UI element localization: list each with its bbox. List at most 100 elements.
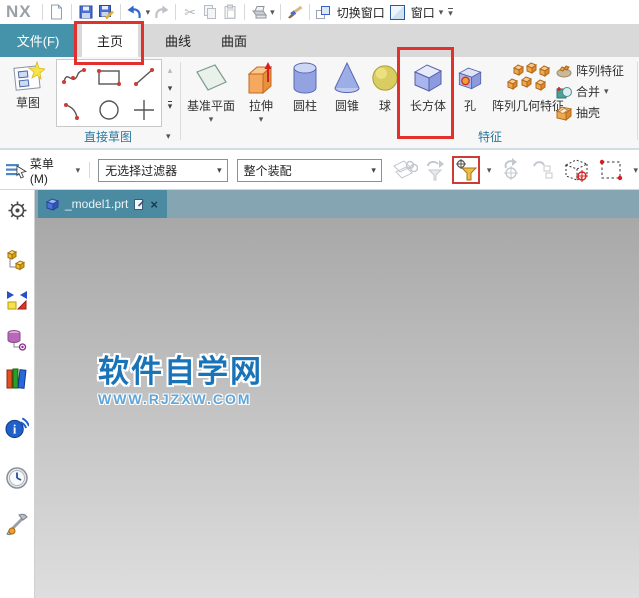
sketch-button[interactable]: 草图 <box>4 60 52 111</box>
feature-small-column: 阵列特征 合并 ▾ 抽壳 <box>556 62 624 121</box>
gallery-expand-icon[interactable]: ▾ <box>167 101 173 111</box>
shell-icon <box>556 105 572 121</box>
print-icon[interactable] <box>249 2 269 22</box>
print-dropdown-icon[interactable]: ▾ <box>270 7 275 18</box>
ribbon-separator <box>180 62 181 140</box>
history-icon[interactable] <box>5 466 29 490</box>
rectangle-icon[interactable] <box>92 60 127 93</box>
menu-dropdown-icon: ▾ <box>75 164 81 175</box>
block-icon <box>413 64 443 92</box>
arc-icon[interactable] <box>57 93 92 126</box>
undo-icon[interactable] <box>125 2 145 22</box>
cone-icon <box>334 61 360 93</box>
gallery-scroll-up-icon[interactable]: ▴ <box>168 65 173 76</box>
switch-window-icon[interactable] <box>314 2 334 22</box>
redo-icon[interactable] <box>151 2 171 22</box>
tab-surface[interactable]: 曲面 <box>206 24 262 57</box>
direct-sketch-group-dropdown-icon[interactable]: ▾ <box>166 131 171 142</box>
unite-dropdown-icon[interactable]: ▾ <box>604 86 609 97</box>
window-icon[interactable] <box>388 2 408 22</box>
assembly-navigator-icon[interactable] <box>5 248 29 272</box>
navigator-gear-icon[interactable] <box>5 198 29 222</box>
rectangle-select-icon[interactable] <box>598 158 626 182</box>
modified-icon <box>134 198 145 210</box>
sketch-button-label: 草图 <box>15 96 40 110</box>
ribbon-separator <box>637 62 638 140</box>
menu-label: 菜单(M) <box>29 156 54 186</box>
hole-button[interactable]: 孔 <box>456 59 484 114</box>
tab-curve[interactable]: 曲线 <box>150 24 206 57</box>
window-dropdown-icon[interactable]: ▾ <box>439 7 444 18</box>
feature-group-label: 特征 <box>477 130 502 144</box>
tab-file[interactable]: 文件(F) <box>0 24 76 57</box>
pattern-feature-icon <box>556 64 572 77</box>
new-file-icon[interactable] <box>47 2 67 22</box>
datum-plane-button[interactable]: 基准平面 ▾ <box>186 59 236 124</box>
separator <box>244 4 246 20</box>
cylinder-button[interactable]: 圆柱 <box>286 59 324 114</box>
watermark-title: 软件自学网 <box>98 354 263 389</box>
database-navigator-icon[interactable] <box>5 328 29 352</box>
quick-access-toolbar: NX ▾ ✂ ▾ 切换窗口 窗口 ▾ ▾ <box>0 0 639 24</box>
part-tab-label: _model1.prt <box>65 197 129 211</box>
undo-dropdown-icon[interactable]: ▾ <box>146 7 151 18</box>
separator <box>41 4 43 20</box>
highlight-related-icon[interactable] <box>392 158 418 182</box>
bounded-cube-select-icon[interactable] <box>562 157 592 183</box>
copy-icon[interactable] <box>200 2 220 22</box>
shell-button[interactable]: 抽壳 <box>556 104 624 121</box>
sphere-icon <box>372 65 398 91</box>
part-tab[interactable]: _model1.prt × <box>38 190 167 218</box>
paste-icon[interactable] <box>220 2 240 22</box>
reset-orient-icon[interactable] <box>498 158 524 182</box>
separator <box>119 4 121 20</box>
snap-point-filter-icon[interactable] <box>451 156 480 184</box>
window-label[interactable]: 窗口 <box>411 4 435 21</box>
watermark-url: WWW.RJZXW.COM <box>98 391 252 407</box>
separator <box>89 162 91 178</box>
constraint-navigator-icon[interactable] <box>5 288 29 312</box>
feature-group: 基准平面 ▾ 拉伸 ▾ 圆柱 圆锥 球 长方体 孔 阵列几何特征 <box>186 59 568 124</box>
cylinder-icon <box>293 62 317 94</box>
direct-sketch-group-label: 直接草图 <box>83 130 132 144</box>
roles-icon[interactable] <box>5 512 29 536</box>
part-tab-close-icon[interactable]: × <box>150 197 158 212</box>
save-as-icon[interactable] <box>96 2 116 22</box>
pattern-feature-button[interactable]: 阵列特征 <box>556 62 624 79</box>
pattern-geometry-icon <box>506 62 551 91</box>
customize-quick-access-icon[interactable]: ▾ <box>448 7 453 17</box>
point-icon[interactable] <box>126 93 161 126</box>
block-button[interactable]: 长方体 <box>404 59 452 114</box>
cut-icon[interactable]: ✂ <box>180 2 200 22</box>
snap-dropdown-icon[interactable]: ▾ <box>487 165 492 176</box>
select-dropdown-icon[interactable]: ▾ <box>633 165 638 176</box>
nx-logo: NX <box>6 2 32 21</box>
cone-button[interactable]: 圆锥 <box>328 59 366 114</box>
graphics-window[interactable]: 软件自学网 WWW.RJZXW.COM <box>35 218 639 598</box>
circle-icon[interactable] <box>92 93 127 126</box>
studio-spline-icon[interactable] <box>57 60 92 93</box>
datum-plane-dropdown-icon[interactable]: ▾ <box>186 115 236 124</box>
extrude-button[interactable]: 拉伸 ▾ <box>240 59 282 124</box>
menu-button[interactable]: 菜单(M) ▾ <box>5 155 81 186</box>
datum-plane-icon <box>196 64 227 91</box>
hd3d-info-icon[interactable]: i <box>5 416 29 440</box>
save-icon[interactable] <box>76 2 96 22</box>
reuse-library-icon[interactable] <box>5 366 29 390</box>
selection-filter-dropdown[interactable]: 无选择过滤器 ▾ <box>98 158 228 182</box>
line-icon[interactable] <box>126 60 161 93</box>
tab-home[interactable]: 主页 <box>82 24 139 57</box>
sphere-button[interactable]: 球 <box>370 59 400 114</box>
dropdown-arrow-icon: ▾ <box>217 164 222 175</box>
sequence-icon[interactable] <box>530 158 556 182</box>
hole-icon <box>458 67 482 90</box>
svg-text:i: i <box>13 423 17 437</box>
extrude-dropdown-icon[interactable]: ▾ <box>240 115 282 124</box>
nx-application-window: NX ▾ ✂ ▾ 切换窗口 窗口 ▾ ▾ 文件(F) 主页 曲线 曲面 草图 ▴… <box>0 0 639 598</box>
gallery-scroll-down-icon[interactable]: ▾ <box>168 83 173 94</box>
format-brush-icon[interactable] <box>285 2 305 22</box>
selection-scope-dropdown[interactable]: 整个装配 ▾ <box>236 158 382 182</box>
filter-back-icon[interactable] <box>424 158 446 182</box>
switch-window-label[interactable]: 切换窗口 <box>337 4 385 21</box>
unite-button[interactable]: 合并 ▾ <box>556 83 624 100</box>
